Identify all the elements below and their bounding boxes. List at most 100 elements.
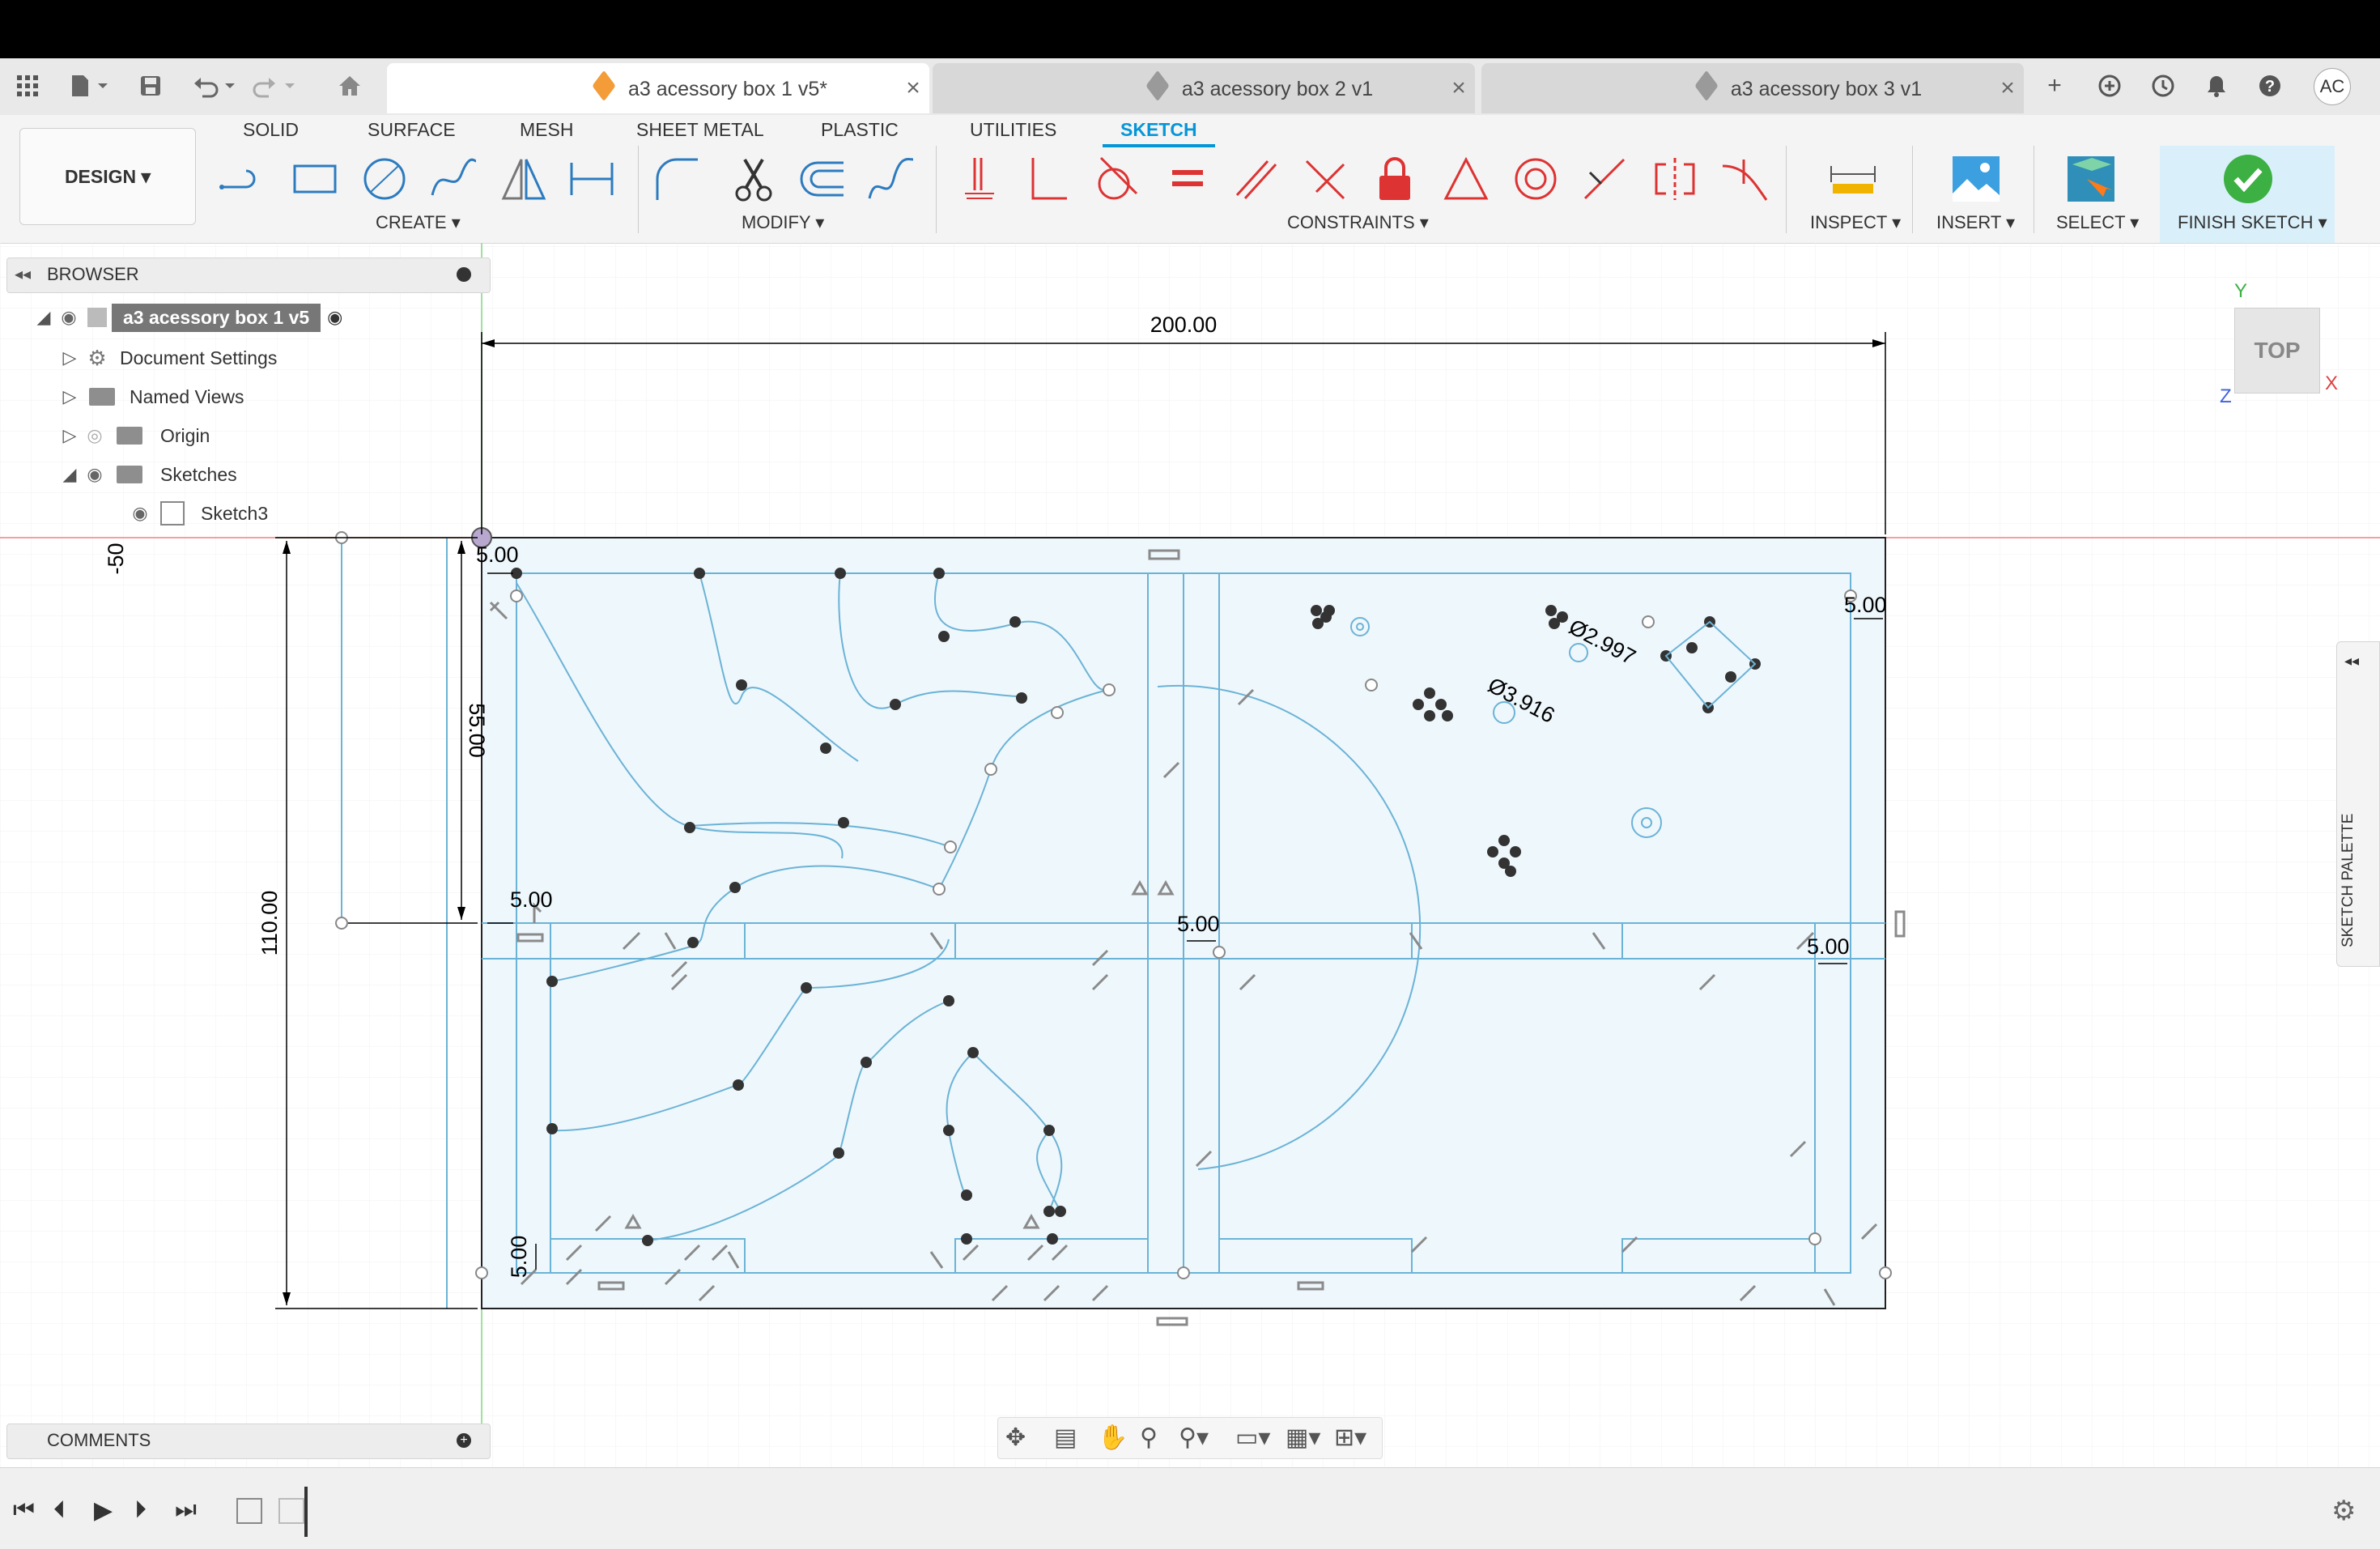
sketch-canvas[interactable]: 200.00 110.00 55.00 -50 5.00 5.00 5.00 5… [0,243,2380,1467]
user-avatar[interactable]: AC [2314,68,2351,105]
view-cube[interactable]: TOP [2234,308,2320,394]
browser-options-icon[interactable] [457,267,471,282]
dim-height[interactable]: 110.00 [257,891,282,956]
undo-icon[interactable] [191,68,240,104]
extensions-icon[interactable] [2093,70,2126,102]
concentric-constraint-icon[interactable] [1511,151,1561,207]
select-menu[interactable]: SELECT ▾ [2056,212,2139,233]
redo-icon[interactable] [251,68,300,104]
tab-utilities[interactable]: UTILITIES [970,115,1056,144]
dim-offset-top-left[interactable]: 5.00 [476,543,519,567]
fix-lock-icon[interactable] [1370,151,1420,207]
dim-offset-top-right[interactable]: 5.00 [1844,593,1887,617]
timeline-sketch-icon[interactable] [278,1498,304,1524]
tab-document-3[interactable]: a3 acessory box 3 v1 × [1481,63,2024,113]
dim-offset-center[interactable]: 5.00 [1177,912,1220,936]
expand-triangle-icon[interactable]: ▷ [58,386,81,407]
finish-check-icon[interactable] [2223,151,2273,207]
parallel-constraint-icon[interactable] [1230,151,1281,207]
workspace-switcher[interactable]: DESIGN ▾ [19,128,196,225]
grid-settings-icon[interactable]: ▦▾ [1286,1423,1320,1452]
mirror-tool-icon[interactable] [499,151,549,207]
tab-sketch[interactable]: SKETCH [1103,115,1215,147]
go-to-end-icon[interactable]: ⏭ [175,1496,197,1524]
expand-triangle-icon[interactable]: ▷ [58,347,81,368]
fillet-tool-icon[interactable] [652,151,703,207]
zoom-icon[interactable]: ⚲ [1140,1423,1158,1452]
pan-hand-icon[interactable]: ✋ [1098,1423,1128,1452]
browser-item-sketches[interactable]: ◢ ◉ Sketches [58,458,237,491]
line-tool-icon[interactable] [219,151,269,207]
midpoint-constraint-icon[interactable] [1441,151,1491,207]
new-tab-icon[interactable]: + [2038,70,2071,102]
dimension-tool-icon[interactable] [567,151,617,207]
notifications-bell-icon[interactable] [2200,70,2233,102]
coincident-constraint-icon[interactable] [955,151,1005,207]
visibility-eye-icon[interactable]: ◉ [55,307,83,328]
timeline-sketch-icon[interactable] [236,1498,262,1524]
step-back-icon[interactable]: ⏴ [53,1496,66,1524]
orbit-icon[interactable]: ✥ [1005,1423,1026,1452]
dim-offset-mid-left[interactable]: 5.00 [510,887,553,912]
trim-scissors-icon[interactable] [729,151,779,207]
finish-sketch-label[interactable]: FINISH SKETCH ▾ [2178,212,2327,233]
constraints-menu[interactable]: CONSTRAINTS ▾ [1287,212,1429,233]
equal-constraint-icon[interactable] [1162,151,1213,207]
job-status-icon[interactable] [2147,70,2179,102]
collapse-triangle-icon[interactable]: ◢ [58,464,81,485]
tab-sheet-metal[interactable]: SHEET METAL [636,115,764,144]
collapse-triangle-icon[interactable]: ◢ [32,307,55,328]
browser-item-document-settings[interactable]: ▷ ⚙ Document Settings [58,342,278,374]
tab-document-2[interactable]: a3 acessory box 2 v1 × [933,63,1475,113]
activate-radio-icon[interactable]: ◉ [327,307,342,328]
perpendicular-constraint-icon[interactable] [1022,151,1072,207]
circle-tool-icon[interactable] [359,151,410,207]
visibility-eye-icon[interactable]: ◉ [126,503,154,524]
step-forward-icon[interactable]: ⏵ [134,1496,147,1524]
close-icon[interactable]: × [1443,74,1475,102]
tab-surface[interactable]: SURFACE [368,115,456,144]
insert-image-icon[interactable] [1951,151,2001,207]
expand-palette-icon[interactable]: ◂◂ [2344,653,2359,670]
collinear-constraint-icon[interactable] [1579,151,1629,207]
tangent-constraint-icon[interactable] [1090,151,1140,207]
tab-plastic[interactable]: PLASTIC [821,115,899,144]
tab-mesh[interactable]: MESH [520,115,573,144]
browser-root-row[interactable]: ◢ ◉ a3 acessory box 1 v5 ◉ [32,301,342,334]
select-icon[interactable] [2066,151,2116,207]
home-icon[interactable] [334,68,366,104]
play-icon[interactable]: ▶ [94,1496,113,1525]
modify-menu[interactable]: MODIFY ▾ [742,212,824,233]
browser-item-named-views[interactable]: ▷ Named Views [58,381,244,413]
visibility-eye-icon[interactable]: ◉ [81,464,108,485]
inspect-menu[interactable]: INSPECT ▾ [1810,212,1901,233]
save-icon[interactable] [134,68,167,104]
file-menu-icon[interactable] [65,68,113,104]
hidden-eye-icon[interactable]: ◎ [81,425,108,446]
viewports-icon[interactable]: ⊞▾ [1334,1423,1366,1452]
create-menu[interactable]: CREATE ▾ [376,212,461,233]
collapse-panel-icon[interactable]: ◂◂ [15,264,31,284]
dim-inner-height[interactable]: 55.00 [465,703,489,758]
offset-tool-icon[interactable] [798,151,848,207]
close-icon[interactable]: × [1991,74,2024,102]
help-icon[interactable]: ? [2254,70,2286,102]
zoom-window-icon[interactable]: ⚲▾ [1179,1423,1209,1452]
rectangle-tool-icon[interactable] [290,151,340,207]
dim-offset-bottom[interactable]: 5.00 [507,1236,531,1279]
dim-offset-right[interactable]: 5.00 [1807,934,1850,959]
curvature-constraint-icon[interactable] [1719,151,1770,207]
expand-triangle-icon[interactable]: ▷ [58,425,81,446]
close-icon[interactable]: × [897,74,929,102]
browser-item-sketch3[interactable]: ◉ Sketch3 [126,497,268,530]
perpendicular-cross-icon[interactable] [1300,151,1350,207]
symmetry-constraint-icon[interactable] [1650,151,1700,207]
measure-ruler-icon[interactable] [1828,151,1878,207]
display-settings-icon[interactable]: ▭▾ [1235,1423,1270,1452]
curve-tool-icon[interactable] [866,151,916,207]
tab-solid[interactable]: SOLID [243,115,299,144]
go-to-start-icon[interactable]: ⏮ [13,1496,35,1524]
look-at-icon[interactable]: ▤ [1054,1423,1077,1452]
insert-menu[interactable]: INSERT ▾ [1936,212,2015,233]
add-comment-icon[interactable]: + [457,1433,471,1448]
